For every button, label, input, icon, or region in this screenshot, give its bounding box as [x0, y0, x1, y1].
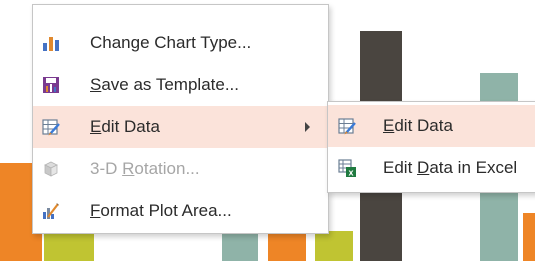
save-as-template-label: Save as Template... [90, 75, 239, 94]
3d-rotation-item: 3-D Rotation... [33, 148, 328, 190]
svg-text:x: x [348, 168, 353, 178]
edit-data-item[interactable]: Edit Data [33, 106, 328, 148]
submenu-arrow-icon [305, 122, 310, 132]
submenu-edit-data-item[interactable]: Edit Data [328, 105, 535, 147]
chart-bar[interactable] [268, 231, 306, 261]
format-plot-area-label: Format Plot Area... [90, 201, 232, 220]
chart-context-menu: Change Chart Type... Save as Template...… [32, 4, 329, 234]
submenu-edit-data-label: Edit Data [383, 116, 453, 135]
edit-data-label: Edit Data [90, 117, 160, 136]
rotation-3d-icon [44, 161, 58, 177]
chart-bar[interactable] [523, 213, 535, 261]
edit-data-icon [42, 119, 60, 136]
edit-data-icon [338, 118, 356, 135]
edit-data-in-excel-item[interactable]: x Edit Data in Excel [328, 147, 535, 189]
edit-data-in-excel-label: Edit Data in Excel [383, 158, 518, 177]
chart-bar[interactable] [44, 231, 94, 261]
format-plot-area-icon [43, 203, 59, 219]
format-plot-area-item[interactable]: Format Plot Area... [33, 190, 328, 232]
chart-bar[interactable] [315, 231, 353, 261]
change-chart-type-label: Change Chart Type... [90, 33, 252, 52]
edit-data-submenu: Edit Data x Edit Data in Excel [327, 101, 535, 193]
save-as-template-item[interactable]: Save as Template... [33, 64, 328, 106]
save-template-icon [43, 77, 59, 93]
excel-edit-icon: x [338, 159, 356, 177]
bar-chart-icon [43, 37, 59, 51]
change-chart-type-item[interactable]: Change Chart Type... [33, 22, 328, 64]
chart-bar[interactable] [222, 231, 258, 261]
3d-rotation-label: 3-D Rotation... [90, 159, 200, 178]
